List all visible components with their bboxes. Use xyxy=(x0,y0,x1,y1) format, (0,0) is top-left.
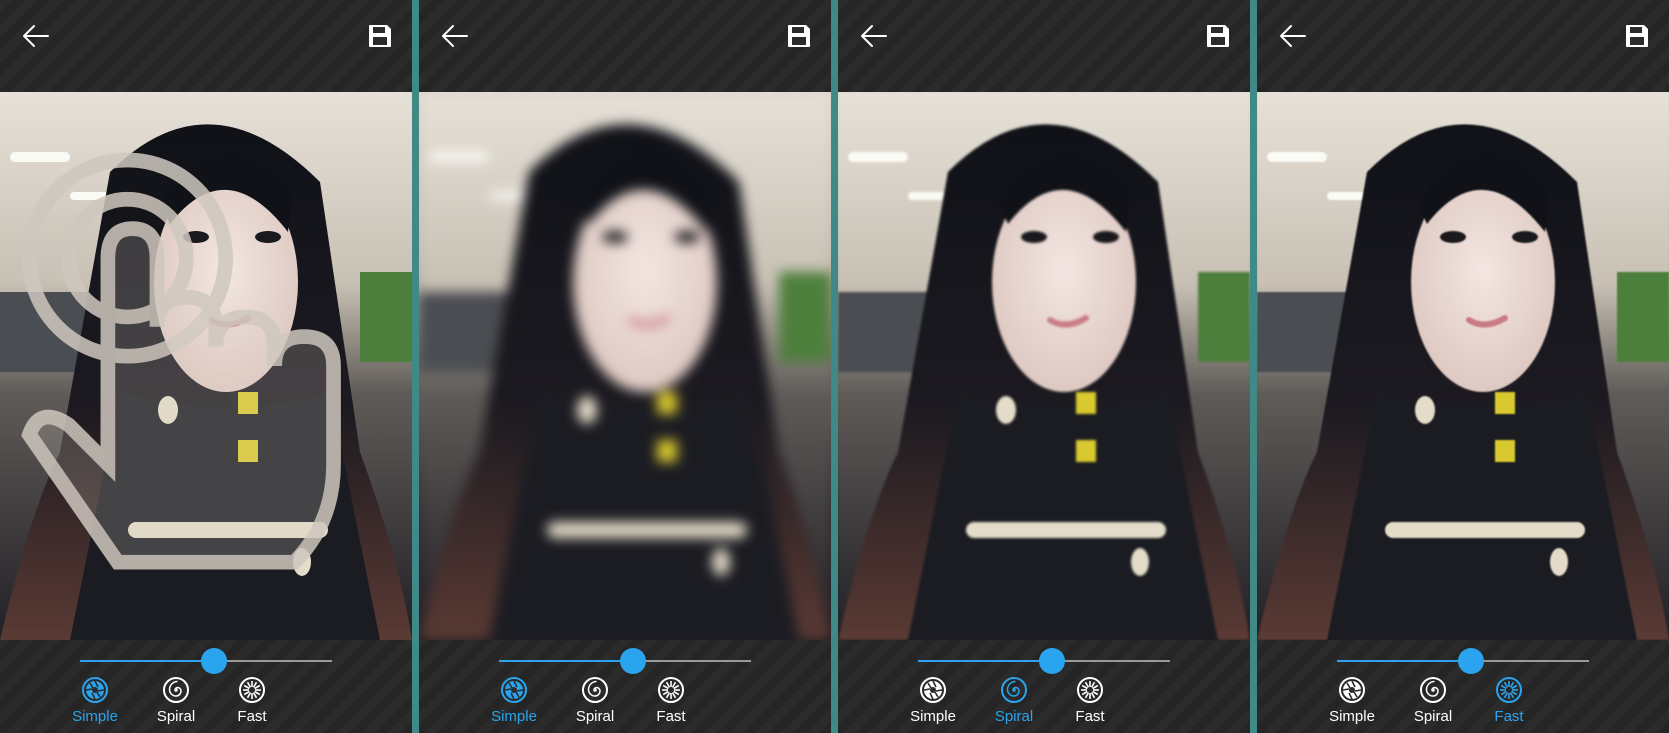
mode-fast-button[interactable]: Fast xyxy=(1474,676,1544,728)
portrait-image xyxy=(1257,92,1669,640)
portrait-image xyxy=(419,92,831,640)
mode-label: Fast xyxy=(656,708,686,725)
touch-hand-icon xyxy=(21,152,341,570)
mode-simple-button[interactable]: Simple xyxy=(1317,676,1387,728)
portrait-image xyxy=(838,92,1250,640)
back-arrow-icon xyxy=(861,25,887,47)
top-bar xyxy=(1257,0,1669,72)
edited-photo[interactable] xyxy=(838,92,1250,640)
editor-screen-simple-blurred: Simple Spiral Fast xyxy=(419,0,831,733)
mode-label: Simple xyxy=(491,708,537,725)
top-bar xyxy=(0,0,412,72)
screenshot-strip: Simple Spiral Fast Simple Spiral Fast Si… xyxy=(0,0,1669,733)
mode-label: Spiral xyxy=(575,708,615,725)
save-icon xyxy=(788,25,810,47)
mode-spiral-button[interactable]: Spiral xyxy=(979,676,1049,728)
aperture-icon xyxy=(920,677,946,703)
save-button[interactable] xyxy=(785,22,813,50)
slider-fill xyxy=(918,660,1052,662)
save-button[interactable] xyxy=(1623,22,1651,50)
starburst-icon xyxy=(1496,677,1522,703)
blur-strength-slider[interactable] xyxy=(918,648,1170,674)
blur-strength-slider[interactable] xyxy=(80,648,332,674)
mode-spiral-button[interactable]: Spiral xyxy=(141,676,211,728)
slider-knob[interactable] xyxy=(1039,648,1065,674)
save-icon xyxy=(1626,25,1648,47)
slider-fill xyxy=(1337,660,1471,662)
mode-label: Fast xyxy=(1494,708,1524,725)
save-icon xyxy=(1207,25,1229,47)
back-button[interactable] xyxy=(439,20,471,52)
starburst-icon xyxy=(239,677,265,703)
mode-simple-button[interactable]: Simple xyxy=(60,676,130,728)
spiral-icon xyxy=(163,677,189,703)
mode-fast-button[interactable]: Fast xyxy=(217,676,287,728)
back-button[interactable] xyxy=(1277,20,1309,52)
mode-simple-button[interactable]: Simple xyxy=(479,676,549,728)
mode-label: Simple xyxy=(910,708,956,725)
back-button[interactable] xyxy=(20,20,52,52)
save-button[interactable] xyxy=(366,22,394,50)
top-bar xyxy=(838,0,1250,72)
back-button[interactable] xyxy=(858,20,890,52)
mode-label: Fast xyxy=(1075,708,1105,725)
back-arrow-icon xyxy=(23,25,49,47)
editor-screen-simple: Simple Spiral Fast xyxy=(0,0,412,733)
spiral-icon xyxy=(1420,677,1446,703)
slider-fill xyxy=(499,660,633,662)
blur-mode-selector: Simple Spiral Fast xyxy=(1257,674,1669,733)
spiral-icon xyxy=(582,677,608,703)
save-icon xyxy=(369,25,391,47)
blur-mode-selector: Simple Spiral Fast xyxy=(838,674,1250,733)
mode-fast-button[interactable]: Fast xyxy=(636,676,706,728)
slider-knob[interactable] xyxy=(1458,648,1484,674)
aperture-icon xyxy=(1339,677,1365,703)
save-button[interactable] xyxy=(1204,22,1232,50)
mode-label: Spiral xyxy=(156,708,196,725)
back-arrow-icon xyxy=(1280,25,1306,47)
spiral-icon xyxy=(1001,677,1027,703)
back-arrow-icon xyxy=(442,25,468,47)
edited-photo[interactable] xyxy=(0,92,412,640)
aperture-icon xyxy=(82,677,108,703)
slider-knob[interactable] xyxy=(620,648,646,674)
slider-fill xyxy=(80,660,214,662)
blur-mode-selector: Simple Spiral Fast xyxy=(419,674,831,733)
mode-label: Fast xyxy=(237,708,267,725)
edited-photo[interactable] xyxy=(1257,92,1669,640)
mode-fast-button[interactable]: Fast xyxy=(1055,676,1125,728)
mode-label: Simple xyxy=(72,708,118,725)
mode-spiral-button[interactable]: Spiral xyxy=(560,676,630,728)
blur-mode-selector: Simple Spiral Fast xyxy=(0,674,412,733)
starburst-icon xyxy=(658,677,684,703)
mode-label: Simple xyxy=(1329,708,1375,725)
blur-strength-slider[interactable] xyxy=(1337,648,1589,674)
slider-knob[interactable] xyxy=(201,648,227,674)
mode-label: Spiral xyxy=(994,708,1034,725)
edited-photo[interactable] xyxy=(419,92,831,640)
mode-spiral-button[interactable]: Spiral xyxy=(1398,676,1468,728)
editor-screen-fast: Simple Spiral Fast xyxy=(1257,0,1669,733)
starburst-icon xyxy=(1077,677,1103,703)
blur-strength-slider[interactable] xyxy=(499,648,751,674)
aperture-icon xyxy=(501,677,527,703)
mode-label: Spiral xyxy=(1413,708,1453,725)
top-bar xyxy=(419,0,831,72)
mode-simple-button[interactable]: Simple xyxy=(898,676,968,728)
editor-screen-spiral: Simple Spiral Fast xyxy=(838,0,1250,733)
